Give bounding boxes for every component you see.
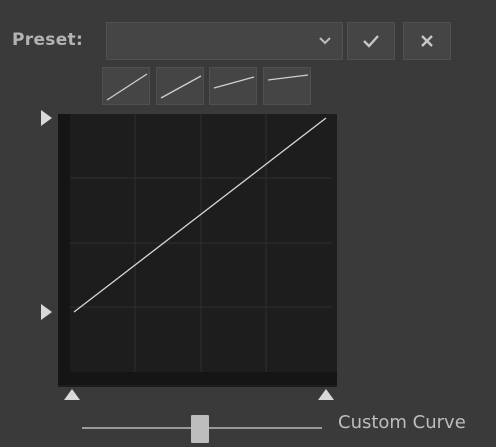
- chevron-down-icon: [319, 37, 331, 45]
- curve-gentle-icon: [213, 76, 255, 89]
- cancel-button[interactable]: [403, 22, 451, 60]
- curve-line: [73, 117, 327, 313]
- white-point-marker[interactable]: [317, 388, 335, 402]
- top-level-marker[interactable]: [40, 109, 54, 127]
- mid-level-marker[interactable]: [40, 303, 54, 321]
- checkmark-icon: [363, 35, 379, 48]
- vertical-gradient-bar: [58, 114, 70, 372]
- preset-label: Preset:: [12, 30, 84, 50]
- curve-flat-icon: [267, 74, 309, 81]
- curve-preset-3[interactable]: [209, 67, 257, 105]
- grid-lines: [70, 114, 332, 372]
- curve-plot[interactable]: [70, 114, 332, 372]
- curve-preset-1[interactable]: [102, 67, 150, 105]
- curve-medium-icon: [160, 75, 202, 99]
- curve-preset-4[interactable]: [263, 67, 311, 105]
- apply-button[interactable]: [347, 22, 395, 60]
- preset-dropdown[interactable]: [106, 22, 343, 60]
- black-point-marker[interactable]: [63, 388, 81, 402]
- curve-steep-icon: [106, 73, 148, 101]
- horizontal-gradient-bar: [58, 372, 337, 385]
- slider-label: Custom Curve: [338, 412, 466, 433]
- curve-preset-2[interactable]: [156, 67, 204, 105]
- curve-slider-thumb[interactable]: [191, 415, 209, 443]
- close-icon: [421, 35, 433, 47]
